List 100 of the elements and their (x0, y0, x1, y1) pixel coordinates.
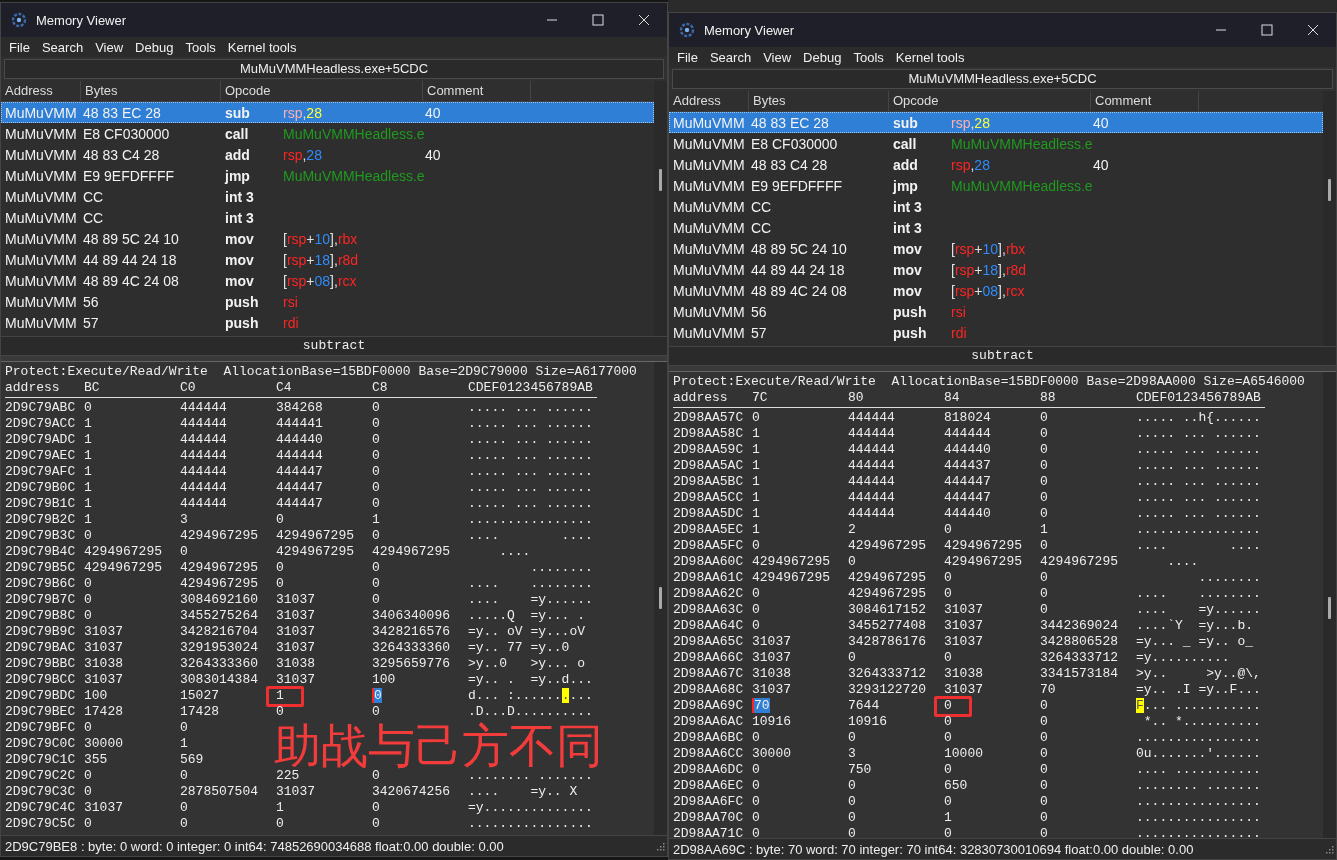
address-cell: 2D9C79B0C (5, 480, 76, 495)
menu-item[interactable]: File (3, 39, 36, 55)
value-cell: 444444 (848, 410, 895, 425)
scrollbar[interactable] (654, 362, 667, 835)
column-header: CDEF0123456789AB (1136, 390, 1261, 405)
value-cell: 1 (276, 688, 284, 703)
ascii-text: ..... ... ...... (1136, 426, 1261, 441)
region-info: Protect:Execute/Read/Write AllocationBase=15BDF0000 Base=2D9C79000 Size=A6177000 (5, 364, 638, 380)
value-cell: 1 (84, 512, 92, 527)
value-cell: 0 (1040, 490, 1048, 505)
address-cell: 2D9C79AFC (5, 464, 76, 479)
column-header[interactable]: Opcode (221, 81, 423, 101)
bytes-cell-text: CC (751, 219, 773, 236)
resize-grip-icon[interactable] (655, 841, 665, 851)
value-cell: 4294967295 (84, 544, 162, 559)
value-cell: 31037 (84, 640, 123, 655)
menu-item[interactable]: Debug (797, 49, 848, 65)
column-header[interactable]: Opcode (889, 91, 1091, 111)
value-cell: 31037 (276, 624, 315, 639)
value-cell: 444447 (276, 480, 323, 495)
value-cell: 0 (944, 698, 952, 713)
mnemonic: int 3 (224, 209, 255, 226)
resize-grip-icon[interactable] (1324, 844, 1334, 854)
menu-item[interactable]: Tools (847, 49, 890, 65)
menu-item[interactable]: View (89, 39, 130, 55)
bytes-cell-text: 48 89 5C 24 10 (83, 230, 180, 247)
mnemonic: mov (224, 230, 255, 247)
scrollbar[interactable] (1323, 372, 1336, 838)
address-bar[interactable]: MuMuVMMHeadless.exe+5CDC (672, 69, 1333, 89)
selected-row[interactable]: MuMuVMM 48 83 EC 28 sub rsp,28 40 (669, 112, 1323, 133)
value-cell: 444444 (848, 426, 895, 441)
mnemonic: jmp (223, 167, 251, 184)
value-cell: 0 (372, 432, 380, 447)
value-cell: 0 (944, 522, 952, 537)
bytes-cell-text: CC (83, 188, 105, 205)
column-header[interactable]: Bytes (749, 91, 889, 111)
value-cell: 444444 (848, 474, 895, 489)
column-header[interactable]: Comment (1091, 91, 1199, 111)
scrollbar[interactable] (654, 81, 667, 336)
ascii-text: ........ (529, 560, 593, 575)
address-cell: 2D9C79ACC (5, 416, 76, 431)
address-cell-text: MuMuVMM (672, 303, 746, 320)
address-cell: 2D98AA6FC (673, 794, 744, 809)
address-bar[interactable]: MuMuVMMHeadless.exe+5CDC (4, 59, 664, 79)
ascii-text: ................ (1136, 810, 1261, 825)
bytes-cell-text: 48 83 EC 28 (751, 114, 830, 131)
column-header[interactable]: Comment (423, 81, 531, 101)
window-title: Memory Viewer (704, 22, 795, 38)
value-cell: 17428 (180, 704, 219, 719)
menu-item[interactable]: Tools (179, 39, 222, 55)
column-header[interactable]: Bytes (81, 81, 221, 101)
value-cell: 0 (84, 768, 92, 783)
value-cell: 0 (944, 826, 952, 838)
value-cell: 0 (944, 650, 952, 665)
app-icon (11, 12, 27, 28)
value-cell: 444444 (276, 448, 323, 463)
value-cell: 444440 (944, 506, 991, 521)
address-cell: 2D98AA65C (673, 634, 744, 649)
bytes-cell-text: 57 (751, 324, 768, 341)
value-cell: 0 (752, 810, 760, 825)
column-header[interactable]: Address (1, 81, 81, 101)
ascii-text: =y.. 77 =y..0 (468, 640, 570, 655)
ascii-text: ..... ... ...... (468, 432, 593, 447)
menu-item[interactable]: Search (35, 39, 90, 55)
value-cell: 70 (752, 698, 770, 713)
menu-item[interactable]: Search (703, 49, 758, 65)
value-cell: 2 (848, 522, 856, 537)
value-cell: 0 (84, 528, 92, 543)
address-cell: 2D9C79B2C (5, 512, 76, 527)
ascii-text: ..... ... ...... (1136, 490, 1261, 505)
menu-item[interactable]: Kernel tools (889, 49, 971, 65)
scrollbar[interactable] (1323, 91, 1336, 346)
column-header: 84 (944, 390, 960, 405)
selected-row[interactable]: MuMuVMM 48 83 EC 28 sub rsp,28 40 (1, 102, 654, 123)
value-cell: 0 (752, 826, 760, 838)
value-cell: 0 (1040, 810, 1048, 825)
address-cell: 2D9C79BFC (5, 720, 76, 735)
ascii-text: ..... ... ...... (1136, 506, 1261, 521)
bytes-cell-text: 48 89 4C 24 08 (83, 272, 180, 289)
value-cell: 0 (752, 762, 760, 777)
column-header[interactable]: Address (669, 91, 749, 111)
column-header: address (673, 390, 728, 405)
bytes-cell-text: 48 83 C4 28 (751, 156, 829, 173)
mnemonic: mov (892, 261, 923, 278)
mnemonic: int 3 (892, 219, 923, 236)
ascii-text: ................ (468, 816, 593, 831)
menu-item[interactable]: Debug (129, 39, 180, 55)
menu-item[interactable]: File (671, 49, 704, 65)
menu-item[interactable]: Kernel tools (221, 39, 303, 55)
value-cell: 0 (372, 464, 380, 479)
value-cell: 31037 (84, 624, 123, 639)
ascii-text: >y..0 >y... o (468, 656, 586, 671)
value-cell: 3420674256 (372, 784, 450, 799)
value-cell: 0 (1040, 762, 1048, 777)
ascii-text: .... ........... (1136, 762, 1261, 777)
menu-item[interactable]: View (757, 49, 798, 65)
value-cell: 4294967295 (848, 570, 926, 585)
address-cell-text: MuMuVMM (4, 125, 78, 142)
address-cell-text: MuMuVMM (672, 177, 746, 194)
ascii-text: d... :.......... (468, 688, 593, 703)
